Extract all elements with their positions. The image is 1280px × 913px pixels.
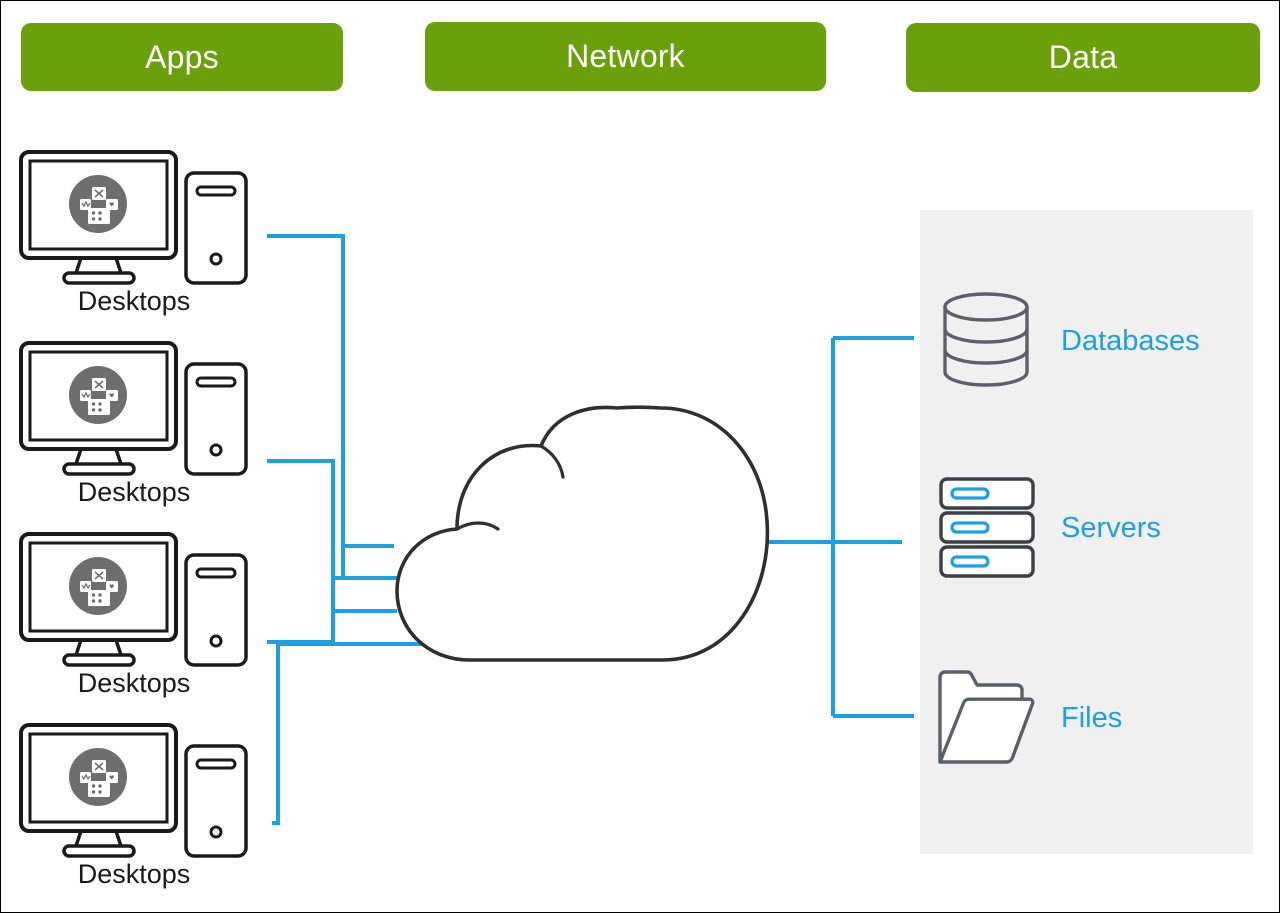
data-item-files[interactable]: Files (931, 664, 1122, 772)
desktop-label: Desktops (77, 477, 191, 507)
header-pill-apps-label: Apps (145, 38, 219, 75)
app-tiles-glyph (69, 175, 127, 233)
diagram-canvas: Apps Network Data Desktops Desktops Desk… (0, 0, 1280, 913)
app-tiles-glyph (69, 748, 127, 806)
folder-icon (938, 670, 1035, 764)
desktop-group[interactable]: Desktops (9, 524, 269, 714)
server-stack-icon (939, 477, 1035, 578)
desktop-computer-icon (19, 723, 248, 858)
header-pill-apps[interactable]: Apps (21, 23, 343, 91)
data-item-label: Files (1061, 701, 1123, 734)
desktop-label: Desktops (77, 668, 191, 698)
database-cylinder-icon (943, 292, 1029, 387)
desktop-group[interactable]: Desktops (9, 715, 269, 905)
desktop-label: Desktops (77, 286, 191, 316)
header-pill-network[interactable]: Network (425, 22, 826, 91)
data-item-servers[interactable]: Servers (931, 474, 1161, 582)
desktop-computer-icon (19, 150, 248, 285)
header-pill-data[interactable]: Data (906, 23, 1260, 92)
app-tiles-glyph (69, 557, 127, 615)
desktop-computer-icon (19, 341, 248, 476)
header-pill-network-label: Network (566, 38, 685, 74)
data-item-label: Servers (1061, 511, 1161, 544)
data-item-databases[interactable]: Databases (931, 287, 1200, 395)
desktop-group[interactable]: Desktops (9, 333, 269, 523)
data-item-label: Databases (1061, 324, 1200, 357)
app-tiles-glyph (69, 366, 127, 424)
desktop-computer-icon (19, 532, 248, 667)
desktop-label: Desktops (77, 859, 191, 889)
header-pill-data-label: Data (1048, 39, 1118, 75)
desktop-group[interactable]: Desktops (9, 142, 269, 332)
